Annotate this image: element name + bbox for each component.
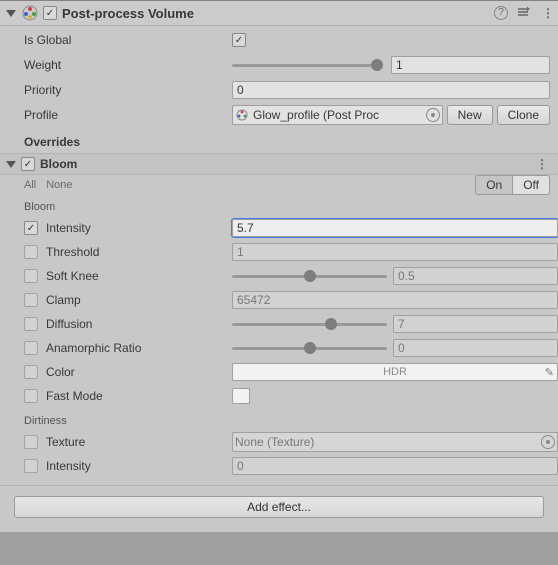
bloom-foldout-icon[interactable] bbox=[6, 161, 16, 168]
intensity-input[interactable] bbox=[232, 219, 558, 237]
anamorphic-label: Anamorphic Ratio bbox=[46, 341, 232, 355]
color-field[interactable]: HDR ✎ bbox=[232, 363, 558, 381]
weight-slider[interactable] bbox=[232, 57, 381, 73]
clamp-override-checkbox[interactable]: ✓ bbox=[24, 293, 38, 307]
intensity-override-checkbox[interactable]: ✓ bbox=[24, 221, 38, 235]
fastmode-label: Fast Mode bbox=[46, 389, 232, 403]
color-label: Color bbox=[46, 365, 232, 379]
component-header[interactable]: ✓ Post-process Volume ? ⋮ bbox=[0, 0, 558, 26]
clamp-label: Clamp bbox=[46, 293, 232, 307]
bloom-section-label: Bloom bbox=[0, 195, 558, 215]
preset-icon[interactable] bbox=[516, 5, 530, 22]
dirt-texture-picker-icon[interactable] bbox=[541, 435, 555, 449]
diffusion-label: Diffusion bbox=[46, 317, 232, 331]
is-global-label: Is Global bbox=[24, 33, 232, 47]
profile-label: Profile bbox=[24, 108, 232, 122]
foldout-icon[interactable] bbox=[6, 10, 16, 17]
override-all[interactable]: All bbox=[24, 179, 36, 191]
diffusion-override-checkbox[interactable]: ✓ bbox=[24, 317, 38, 331]
eyedropper-icon[interactable]: ✎ bbox=[545, 366, 554, 379]
bloom-menu-icon[interactable]: ⋮ bbox=[532, 157, 552, 171]
diffusion-slider[interactable] bbox=[232, 316, 387, 332]
softknee-slider[interactable] bbox=[232, 268, 387, 284]
diffusion-input[interactable] bbox=[393, 315, 558, 333]
weight-value[interactable] bbox=[391, 56, 550, 74]
bloom-enabled-checkbox[interactable]: ✓ bbox=[21, 157, 35, 171]
intensity-label: Intensity bbox=[46, 221, 232, 235]
component-enabled-checkbox[interactable]: ✓ bbox=[43, 6, 57, 20]
softknee-input[interactable] bbox=[393, 267, 558, 285]
profile-object-field[interactable]: Glow_profile (Post Proc bbox=[232, 105, 443, 125]
hdr-badge: HDR bbox=[383, 366, 407, 378]
dirt-intensity-override-checkbox[interactable]: ✓ bbox=[24, 459, 38, 473]
dirt-texture-override-checkbox[interactable]: ✓ bbox=[24, 435, 38, 449]
bloom-title: Bloom bbox=[40, 157, 532, 171]
threshold-override-checkbox[interactable]: ✓ bbox=[24, 245, 38, 259]
dirtiness-section-label: Dirtiness bbox=[0, 409, 558, 429]
dirt-texture-field[interactable]: None (Texture) bbox=[232, 432, 558, 452]
threshold-label: Threshold bbox=[46, 245, 232, 259]
dirt-intensity-label: Intensity bbox=[46, 459, 232, 473]
is-global-checkbox[interactable]: ✓ bbox=[232, 33, 246, 47]
bloom-off-toggle[interactable]: Off bbox=[513, 175, 550, 195]
threshold-input[interactable] bbox=[232, 243, 558, 261]
component-icon bbox=[21, 4, 39, 22]
component-title: Post-process Volume bbox=[62, 6, 494, 21]
dirt-texture-label: Texture bbox=[46, 435, 232, 449]
anamorphic-slider[interactable] bbox=[232, 340, 387, 356]
dirt-intensity-input[interactable] bbox=[232, 457, 558, 475]
color-override-checkbox[interactable]: ✓ bbox=[24, 365, 38, 379]
bloom-on-toggle[interactable]: On bbox=[475, 175, 513, 195]
softknee-label: Soft Knee bbox=[46, 269, 232, 283]
help-icon[interactable]: ? bbox=[494, 6, 508, 20]
override-none[interactable]: None bbox=[46, 179, 72, 191]
anamorphic-override-checkbox[interactable]: ✓ bbox=[24, 341, 38, 355]
component-menu-icon[interactable]: ⋮ bbox=[538, 6, 552, 20]
priority-label: Priority bbox=[24, 83, 232, 97]
fastmode-override-checkbox[interactable]: ✓ bbox=[24, 389, 38, 403]
add-effect-button[interactable]: Add effect... bbox=[14, 496, 544, 518]
object-picker-icon[interactable] bbox=[426, 108, 440, 122]
weight-label: Weight bbox=[24, 58, 232, 72]
anamorphic-input[interactable] bbox=[393, 339, 558, 357]
fastmode-checkbox[interactable] bbox=[232, 388, 250, 404]
profile-name: Glow_profile (Post Proc bbox=[253, 108, 426, 122]
softknee-override-checkbox[interactable]: ✓ bbox=[24, 269, 38, 283]
new-button[interactable]: New bbox=[447, 105, 493, 125]
bloom-header[interactable]: ✓ Bloom ⋮ bbox=[0, 153, 558, 175]
clamp-input[interactable] bbox=[232, 291, 558, 309]
dirt-texture-value: None (Texture) bbox=[235, 435, 541, 449]
priority-input[interactable] bbox=[232, 81, 550, 99]
overrides-label: Overrides bbox=[0, 129, 558, 153]
clone-button[interactable]: Clone bbox=[497, 105, 550, 125]
